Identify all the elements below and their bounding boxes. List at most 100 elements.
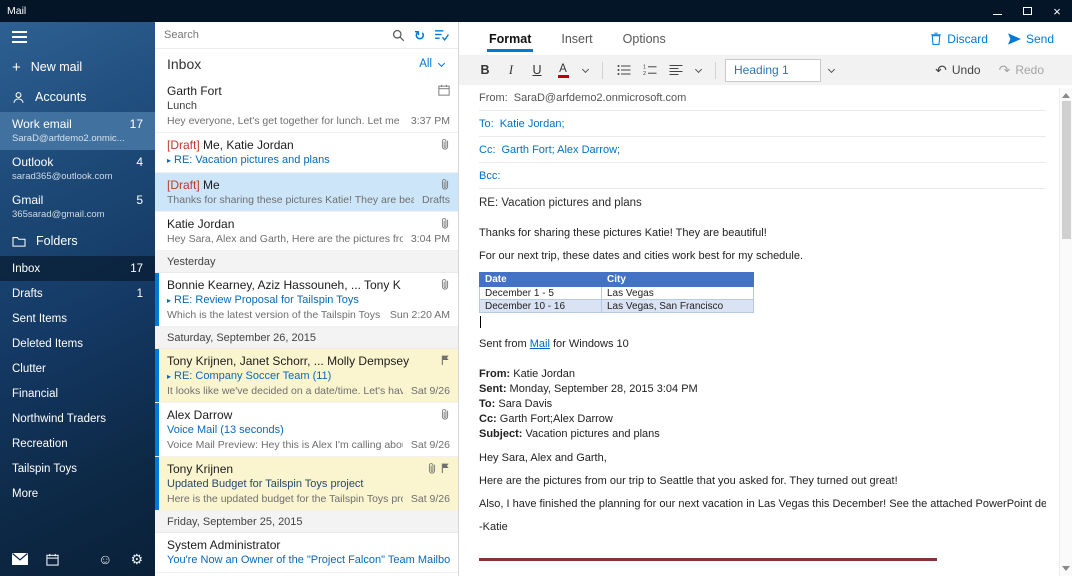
app-title: Mail	[0, 5, 26, 17]
hamburger-menu-button[interactable]	[0, 22, 155, 52]
section-header-yesterday: Yesterday	[155, 251, 458, 273]
list-item[interactable]: Tony Krijnen Updated Budget for Tailspin…	[155, 457, 458, 511]
font-formatting-dropdown[interactable]	[577, 58, 593, 82]
paragraph-align-button[interactable]	[664, 58, 688, 82]
search-bar: ↻	[155, 22, 458, 49]
font-color-button[interactable]: A	[551, 58, 575, 82]
numbered-list-button[interactable]: 12	[638, 58, 662, 82]
selection-mode-button[interactable]	[434, 29, 449, 41]
list-item[interactable]: [Draft] Me, Katie Jordan ▸RE: Vacation p…	[155, 133, 458, 173]
body-paragraph[interactable]: Thanks for sharing these pictures Katie!…	[479, 226, 1046, 240]
table-cell[interactable]: Las Vegas	[602, 287, 754, 300]
accounts-header[interactable]: Accounts	[0, 82, 155, 112]
message-sender: [Draft] Me	[167, 177, 434, 193]
folder-count: 1	[137, 288, 143, 300]
bullet-list-button[interactable]	[612, 58, 636, 82]
italic-button[interactable]: I	[499, 58, 523, 82]
sidebar-item-deleted-items[interactable]: Deleted Items	[0, 331, 155, 356]
cc-field[interactable]: Cc: Garth Fort; Alex Darrow;	[479, 137, 1046, 163]
expand-arrow-icon[interactable]: ▸	[167, 372, 171, 381]
bold-button[interactable]: B	[473, 58, 497, 82]
sync-button[interactable]: ↻	[414, 29, 425, 42]
mail-link[interactable]: Mail	[530, 338, 550, 350]
sidebar-item-tailspin-toys[interactable]: Tailspin Toys	[0, 456, 155, 481]
message-time: 3:37 PM	[411, 114, 450, 128]
message-time: 3:04 PM	[411, 232, 450, 246]
list-item[interactable]: Garth Fort Lunch Hey everyone, Let's get…	[155, 79, 458, 133]
style-selector[interactable]: Heading 1	[725, 59, 821, 82]
undo-button[interactable]: ↶Undo	[935, 63, 980, 77]
bcc-field[interactable]: Bcc:	[479, 163, 1046, 189]
sidebar-item-drafts[interactable]: Drafts1	[0, 281, 155, 306]
sidebar-account-work-email[interactable]: Work email17 SaraD@arfdemo2.onmic...	[0, 112, 155, 150]
scrollbar-thumb[interactable]	[1062, 101, 1071, 239]
redo-icon: ↷	[999, 63, 1011, 77]
sidebar-item-northwind-traders[interactable]: Northwind Traders	[0, 406, 155, 431]
sidebar-item-clutter[interactable]: Clutter	[0, 356, 155, 381]
itinerary-table[interactable]: Date City December 1 - 5 Las Vegas Decem…	[479, 272, 754, 313]
draft-label: [Draft]	[167, 178, 203, 192]
underline-button[interactable]: U	[525, 58, 549, 82]
mail-app-button[interactable]	[12, 553, 28, 565]
sidebar-item-inbox[interactable]: Inbox17	[0, 256, 155, 281]
minimize-button[interactable]	[982, 0, 1012, 22]
settings-button[interactable]: ⚙	[130, 552, 143, 566]
to-recipients[interactable]: Katie Jordan;	[500, 118, 565, 130]
to-field[interactable]: To: Katie Jordan;	[479, 111, 1046, 137]
quoted-paragraph: Hey Sara, Alex and Garth,	[479, 451, 1046, 465]
sidebar-item-more[interactable]: More	[0, 481, 155, 506]
table-cell[interactable]: December 1 - 5	[480, 287, 602, 300]
account-unread-count: 17	[130, 116, 143, 132]
folders-header[interactable]: Folders	[0, 226, 155, 256]
body-paragraph[interactable]: For our next trip, these dates and citie…	[479, 249, 1046, 263]
redo-button[interactable]: ↷Redo	[999, 63, 1044, 77]
calendar-app-button[interactable]	[46, 553, 59, 566]
svg-text:2: 2	[643, 71, 646, 76]
sidebar-account-outlook[interactable]: Outlook4 sarad365@outlook.com	[0, 150, 155, 188]
filter-dropdown[interactable]: All	[419, 58, 446, 70]
expand-arrow-icon[interactable]: ▸	[167, 296, 171, 305]
tab-options[interactable]: Options	[623, 22, 666, 55]
expand-arrow-icon[interactable]: ▸	[167, 156, 171, 165]
format-toolbar: B I U A 12 Heading 1 ↶Undo ↷Redo	[459, 55, 1072, 85]
message-preview: Hey Sara, Alex and Garth, Here are the p…	[167, 232, 403, 246]
message-list-pane: ↻ Inbox All Garth Fort Lunch Hey everyon…	[155, 22, 459, 576]
list-item[interactable]: Alex Darrow Voice Mail (13 seconds) Voic…	[155, 403, 458, 457]
message-subject: ▸RE: Review Proposal for Tailspin Toys	[167, 293, 450, 308]
list-item[interactable]: System Administrator You're Now an Owner…	[155, 533, 458, 573]
list-item[interactable]: Katie Jordan Hey Sara, Alex and Garth, H…	[155, 212, 458, 251]
discard-label: Discard	[947, 32, 988, 46]
search-input[interactable]	[164, 29, 383, 41]
style-dropdown[interactable]	[823, 58, 839, 82]
table-header-cell[interactable]: Date	[480, 273, 602, 287]
subject-field[interactable]: RE: Vacation pictures and plans	[479, 189, 1046, 217]
vertical-scrollbar[interactable]	[1059, 88, 1072, 576]
scroll-up-arrow-icon[interactable]	[1062, 93, 1070, 98]
tab-format[interactable]: Format	[489, 22, 531, 55]
list-item[interactable]: Bonnie Kearney, Aziz Hassouneh, ... Tony…	[155, 273, 458, 327]
new-mail-button[interactable]: + New mail	[0, 52, 155, 82]
message-sender: Garth Fort	[167, 83, 432, 99]
list-item[interactable]: Tony Krijnen, Janet Schorr, ... Molly De…	[155, 349, 458, 403]
sidebar-account-gmail[interactable]: Gmail5 365sarad@gmail.com	[0, 188, 155, 226]
search-button[interactable]	[392, 29, 405, 42]
cc-recipients[interactable]: Garth Fort; Alex Darrow;	[502, 144, 621, 156]
close-button[interactable]: ×	[1042, 0, 1072, 22]
sidebar-item-recreation[interactable]: Recreation	[0, 431, 155, 456]
message-sender: Bonnie Kearney, Aziz Hassouneh, ... Tony…	[167, 277, 434, 293]
from-field[interactable]: From: SaraD@arfdemo2.onmicrosoft.com	[479, 85, 1046, 111]
tab-insert[interactable]: Insert	[561, 22, 592, 55]
sidebar-item-sent-items[interactable]: Sent Items	[0, 306, 155, 331]
maximize-button[interactable]	[1012, 0, 1042, 22]
paragraph-formatting-dropdown[interactable]	[690, 58, 706, 82]
feedback-button[interactable]: ☺	[98, 552, 112, 566]
scroll-down-arrow-icon[interactable]	[1062, 566, 1070, 571]
table-header-cell[interactable]: City	[602, 273, 754, 287]
table-cell[interactable]: Las Vegas, San Francisco	[602, 300, 754, 313]
send-button[interactable]: Send	[1008, 32, 1054, 46]
sidebar-item-financial[interactable]: Financial	[0, 381, 155, 406]
list-item-selected[interactable]: [Draft] Me Thanks for sharing these pict…	[155, 173, 458, 212]
message-preview: Hey everyone, Let's get together for lun…	[167, 114, 403, 128]
discard-button[interactable]: Discard	[930, 32, 988, 46]
table-cell[interactable]: December 10 - 16	[480, 300, 602, 313]
